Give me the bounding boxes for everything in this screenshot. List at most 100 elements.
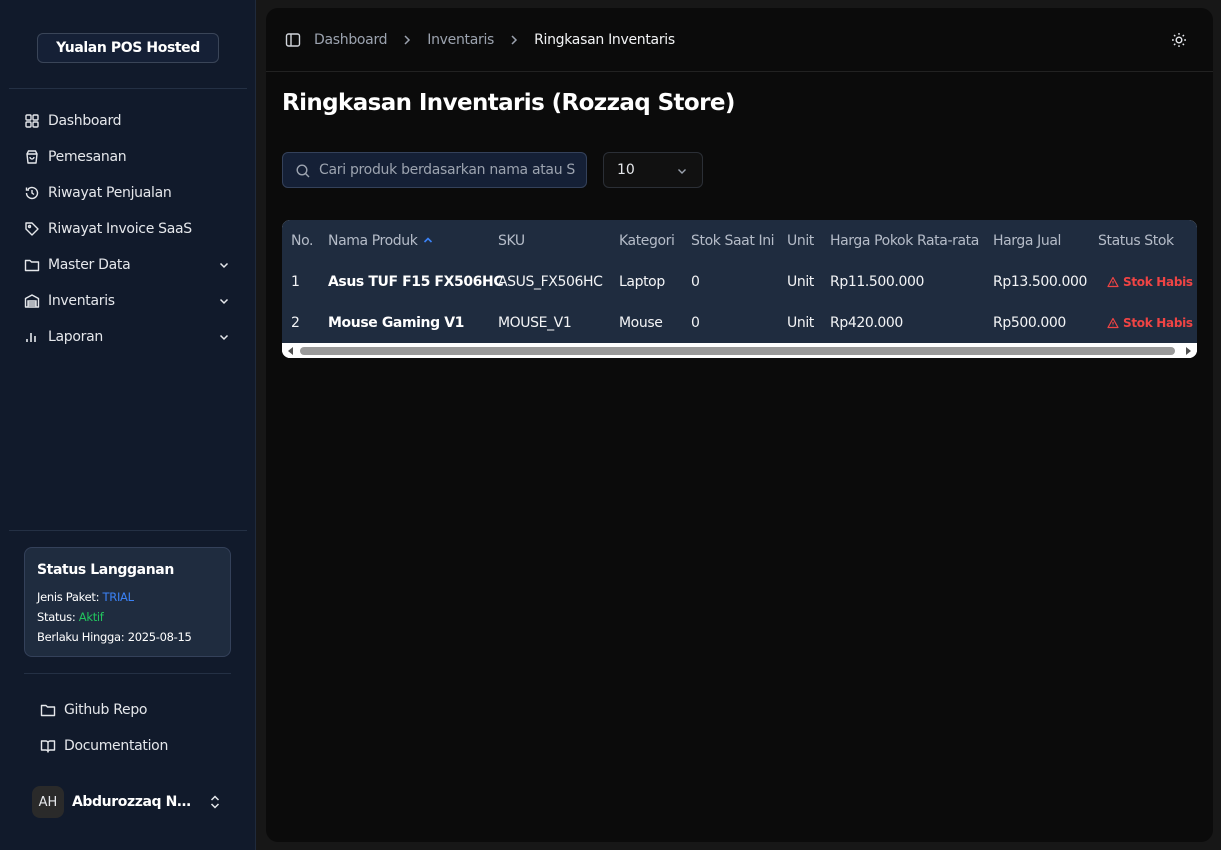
subscription-title: Status Langganan (37, 562, 174, 578)
cell-no: 2 (291, 314, 300, 331)
alert-triangle-icon (1107, 317, 1119, 328)
folder-icon (24, 259, 40, 272)
table-row[interactable]: 2 Mouse Gaming V1 MOUSE_V1 Mouse 0 Unit … (282, 302, 1197, 343)
status-label: Status: (37, 610, 76, 624)
book-icon (40, 740, 56, 753)
column-header-stok[interactable]: Stok Saat Ini (691, 233, 775, 249)
sidebar-item-label: Pemesanan (48, 149, 127, 165)
cell-stock: 0 (691, 273, 700, 290)
plan-value: TRIAL (102, 590, 134, 604)
column-header-harga-jual[interactable]: Harga Jual (993, 233, 1061, 249)
sidebar-item-pemesanan[interactable]: Pemesanan (16, 139, 240, 175)
history-icon (25, 186, 39, 200)
sun-icon[interactable] (1171, 32, 1187, 48)
cell-sku: MOUSE_V1 (498, 314, 572, 331)
chevron-down-icon (219, 262, 229, 269)
status-label: Stok Habis (1123, 274, 1193, 289)
status-badge: Stok Habis (1107, 275, 1193, 289)
folder-icon (40, 704, 56, 717)
sidebar-item-laporan[interactable]: Laporan (16, 319, 240, 355)
topbar: Dashboard Inventaris Ringkasan Inventari… (266, 8, 1213, 72)
breadcrumb: Dashboard Inventaris Ringkasan Inventari… (314, 30, 675, 50)
chevron-down-icon (219, 334, 229, 341)
subscription-status: Status: Aktif (37, 607, 218, 627)
page-size-value: 10 (617, 162, 635, 178)
cell-sku: ASUS_FX506HC (498, 273, 603, 290)
grid-icon (25, 114, 39, 128)
column-header-nama-produk[interactable]: Nama Produk (328, 233, 434, 249)
horizontal-scrollbar[interactable] (282, 344, 1197, 358)
main-content: Dashboard Inventaris Ringkasan Inventari… (266, 8, 1213, 842)
sidebar-item-riwayat-invoice[interactable]: Riwayat Invoice SaaS (16, 211, 240, 247)
column-header-kategori[interactable]: Kategori (619, 233, 675, 249)
cell-unit: Unit (787, 314, 814, 331)
cell-cost-price: Rp11.500.000 (830, 273, 924, 290)
cell-product-name: Mouse Gaming V1 (328, 314, 464, 331)
scroll-right-arrow-icon[interactable] (1183, 346, 1193, 356)
search-icon (296, 164, 310, 178)
breadcrumb-inventaris[interactable]: Inventaris (427, 32, 494, 48)
user-menu[interactable]: AH Abdurozzaq Nurul Hadi (32, 786, 232, 818)
column-header-label: Nama Produk (328, 232, 418, 249)
table-header-row: No. Nama Produk SKU Kategori Stok Saat I… (282, 220, 1197, 261)
sidebar-item-dashboard[interactable]: Dashboard (16, 103, 240, 139)
subscription-status-card: Status Langganan Jenis Paket: TRIAL Stat… (24, 547, 231, 657)
warehouse-icon (24, 294, 40, 308)
chevron-down-icon (678, 169, 686, 174)
documentation-link[interactable]: Documentation (40, 736, 168, 756)
chevron-right-icon (511, 35, 518, 45)
chevrons-up-down-icon (210, 795, 220, 809)
chevron-right-icon (404, 35, 411, 45)
sidebar-divider (9, 88, 247, 89)
cell-cost-price: Rp420.000 (830, 314, 903, 331)
sidebar-divider (24, 673, 231, 674)
column-header-status-stok[interactable]: Status Stok (1098, 233, 1174, 249)
sort-ascending-icon (424, 236, 433, 243)
plan-label: Jenis Paket: (37, 590, 100, 604)
cell-category: Mouse (619, 314, 663, 331)
table-row[interactable]: 1 Asus TUF F15 FX506HC ASUS_FX506HC Lapt… (282, 261, 1197, 302)
column-header-sku[interactable]: SKU (498, 233, 525, 249)
scroll-left-arrow-icon[interactable] (286, 346, 296, 356)
breadcrumb-current: Ringkasan Inventaris (534, 32, 675, 48)
status-label: Stok Habis (1123, 315, 1193, 330)
table-body: No. Nama Produk SKU Kategori Stok Saat I… (282, 220, 1197, 343)
cell-stock: 0 (691, 314, 700, 331)
sidebar-toggle-icon[interactable] (285, 32, 301, 48)
search-box (282, 152, 587, 188)
avatar: AH (32, 786, 64, 818)
inventory-table: No. Nama Produk SKU Kategori Stok Saat I… (282, 220, 1197, 358)
search-input[interactable] (319, 153, 575, 187)
cell-no: 1 (291, 273, 300, 290)
alert-triangle-icon (1107, 276, 1119, 287)
sidebar-item-label: Dashboard (48, 113, 122, 129)
page-title: Ringkasan Inventaris (Rozzaq Store) (282, 90, 735, 116)
sidebar-item-inventaris[interactable]: Inventaris (16, 283, 240, 319)
sidebar-item-label: Laporan (48, 329, 103, 345)
github-repo-link[interactable]: Github Repo (40, 700, 147, 720)
sidebar-item-label: Riwayat Penjualan (48, 185, 172, 201)
user-name: Abdurozzaq Nurul Hadi (72, 794, 198, 810)
sidebar-item-riwayat-penjualan[interactable]: Riwayat Penjualan (16, 175, 240, 211)
sidebar-divider (9, 530, 247, 531)
cell-sell-price: Rp13.500.000 (993, 273, 1087, 290)
sidebar: Yualan POS Hosted Dashboard Pemesanan Ri… (0, 0, 256, 850)
sidebar-item-label: Master Data (48, 257, 131, 273)
column-header-unit[interactable]: Unit (787, 233, 814, 249)
cell-unit: Unit (787, 273, 814, 290)
subscription-valid-until: Berlaku Hingga: 2025-08-15 (37, 627, 218, 647)
scrollbar-thumb[interactable] (300, 347, 1175, 355)
chevron-down-icon (219, 298, 229, 305)
status-value: Aktif (78, 610, 104, 624)
breadcrumb-dashboard[interactable]: Dashboard (314, 32, 388, 48)
valid-label: Berlaku Hingga: (37, 630, 125, 644)
sidebar-item-master-data[interactable]: Master Data (16, 247, 240, 283)
link-label: Github Repo (64, 702, 148, 718)
sidebar-nav: Dashboard Pemesanan Riwayat Penjualan Ri… (16, 103, 240, 355)
cell-product-name: Asus TUF F15 FX506HC (328, 273, 504, 290)
brand-button[interactable]: Yualan POS Hosted (37, 33, 219, 63)
link-label: Documentation (64, 738, 169, 754)
page-size-select[interactable]: 10 (603, 152, 703, 188)
column-header-harga-pokok[interactable]: Harga Pokok Rata-rata (830, 233, 979, 249)
cell-sell-price: Rp500.000 (993, 314, 1066, 331)
